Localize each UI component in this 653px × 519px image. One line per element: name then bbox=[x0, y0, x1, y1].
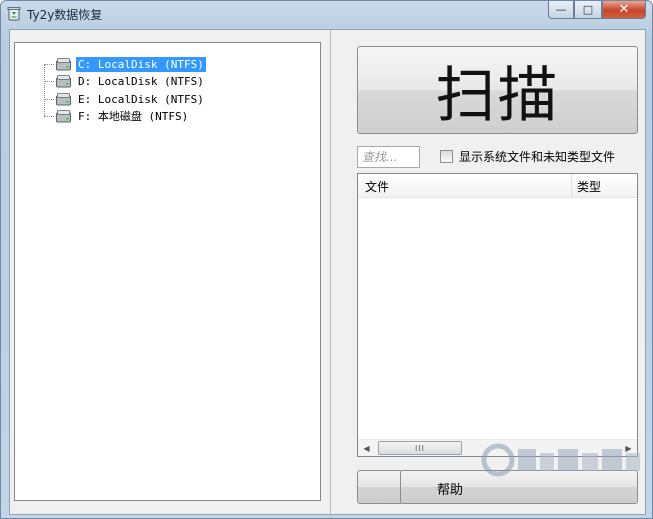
maximize-button[interactable]: □ bbox=[574, 1, 602, 19]
drive-label[interactable]: F: 本地磁盘 (NTFS) bbox=[76, 109, 190, 124]
scroll-left-arrow-icon[interactable]: ◀ bbox=[358, 440, 375, 456]
show-system-files-label: 显示系统文件和未知类型文件 bbox=[459, 150, 616, 164]
scroll-thumb[interactable]: III bbox=[378, 441, 462, 455]
hard-drive-icon bbox=[56, 92, 71, 105]
title-bar[interactable]: Ty2y数据恢复 — □ ✕ bbox=[1, 1, 652, 27]
close-button[interactable]: ✕ bbox=[602, 1, 646, 19]
drive-tree[interactable]: C: LocalDisk (NTFS) D: LocalDisk (NTFS) E:… bbox=[14, 42, 321, 501]
window-title: Ty2y数据恢复 bbox=[27, 8, 103, 22]
tree-item-drive[interactable]: D: LocalDisk (NTFS) bbox=[44, 74, 206, 90]
show-system-files-checkbox[interactable] bbox=[440, 150, 453, 163]
tree-item-drive[interactable]: E: LocalDisk (NTFS) bbox=[44, 91, 206, 107]
tree-connector bbox=[44, 116, 54, 117]
tree-connector bbox=[44, 81, 54, 82]
tree-item-drive[interactable]: F: 本地磁盘 (NTFS) bbox=[44, 109, 190, 125]
file-list[interactable]: 文件 类型 ◀ III ▶ bbox=[357, 173, 638, 457]
show-system-files-option[interactable]: 显示系统文件和未知类型文件 bbox=[440, 148, 615, 165]
tree-connector bbox=[44, 63, 54, 65]
watermark-logo bbox=[481, 443, 640, 477]
window-controls: — □ ✕ bbox=[548, 1, 646, 19]
list-header: 文件 类型 bbox=[358, 174, 637, 198]
drive-label[interactable]: E: LocalDisk (NTFS) bbox=[76, 92, 206, 107]
column-header-file[interactable]: 文件 bbox=[365, 178, 389, 195]
tree-connector bbox=[44, 98, 54, 100]
app-window: Ty2y数据恢复 — □ ✕ C: LocalDisk (NTFS) D: Loc… bbox=[0, 0, 653, 519]
minimize-button[interactable]: — bbox=[548, 1, 574, 19]
drive-label[interactable]: D: LocalDisk (NTFS) bbox=[76, 74, 206, 89]
tree-item-drive[interactable]: C: LocalDisk (NTFS) bbox=[44, 56, 206, 72]
hard-drive-icon bbox=[56, 110, 71, 123]
drive-label[interactable]: C: LocalDisk (NTFS) bbox=[76, 56, 206, 72]
hard-drive-icon bbox=[56, 75, 71, 88]
splitter[interactable] bbox=[330, 30, 331, 516]
search-input[interactable] bbox=[357, 146, 420, 168]
column-separator[interactable] bbox=[571, 174, 572, 198]
recycle-bin-icon bbox=[7, 7, 21, 21]
scan-button[interactable]: 扫描 bbox=[357, 46, 638, 134]
hard-drive-icon bbox=[56, 57, 71, 70]
action-button[interactable] bbox=[357, 470, 403, 504]
column-header-type[interactable]: 类型 bbox=[577, 178, 601, 195]
